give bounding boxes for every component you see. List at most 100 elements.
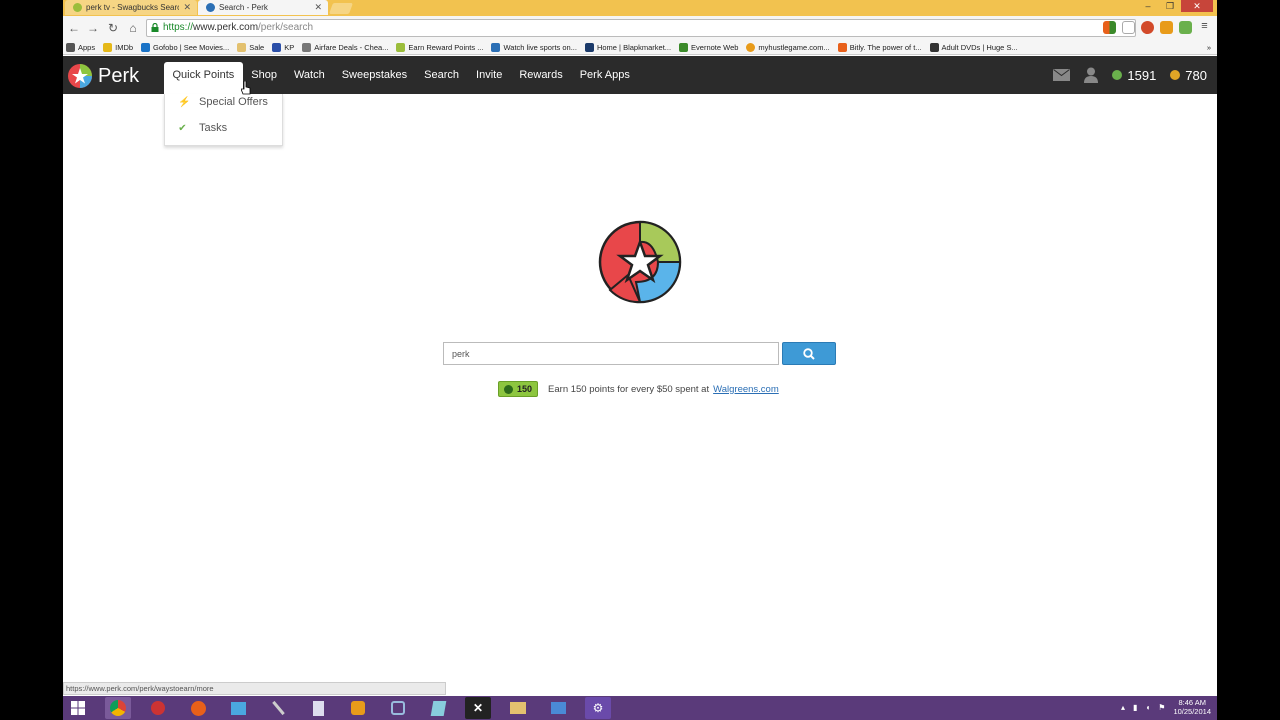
volume-icon[interactable]: ◖ [1145,703,1150,712]
green-extension-icon[interactable] [1179,21,1192,34]
tab-swagbucks[interactable]: perk tv - Swagbucks Searc ✕ [65,0,197,15]
flag-icon[interactable]: ⚑ [1158,703,1165,712]
tab-perk-search[interactable]: Search - Perk ✕ [198,0,328,15]
nav-watch[interactable]: Watch [285,56,333,94]
home-icon[interactable]: ⌂ [125,20,141,36]
dropdown-item-label: Special Offers [199,96,268,108]
bookmarks-overflow-icon[interactable]: » [1207,43,1211,52]
mail-icon[interactable] [1053,69,1071,81]
star-icon[interactable] [1122,21,1135,34]
bookmark-item[interactable]: Apps [66,42,95,52]
gold-points[interactable]: 780 [1170,68,1207,83]
nav-perk-apps[interactable]: Perk Apps [571,56,638,94]
clock-time: 8:46 AM [1178,698,1206,707]
tray-arrow-icon[interactable]: ▴ [1121,703,1125,712]
search-input[interactable] [443,342,779,365]
perk-main-logo-icon [598,220,682,304]
file-explorer-icon[interactable] [505,697,531,719]
walgreens-link[interactable]: Walgreens.com [713,384,779,395]
folder-icon [237,42,247,52]
imdb-icon [103,42,113,52]
clock[interactable]: 8:46 AM 10/25/2014 [1173,698,1211,716]
hand-cursor-icon [241,81,251,95]
user-icon[interactable] [1084,67,1099,83]
perk-logo[interactable]: Perk [67,63,139,89]
swagbucks-favicon-icon [73,3,82,12]
settings-icon[interactable]: ⚙ [585,697,611,719]
bookmark-item[interactable]: Adult DVDs | Huge S... [929,42,1018,52]
bookmark-item[interactable]: Watch live sports on... [491,42,577,52]
search-icon [803,347,815,360]
app-face-icon[interactable] [145,697,171,719]
bookmark-item[interactable]: myhustlegame.com... [746,42,830,52]
maximize-icon[interactable]: ❐ [1159,0,1181,12]
bookmark-item[interactable]: Airfare Deals - Chea... [302,42,388,52]
nav-sweepstakes[interactable]: Sweepstakes [333,56,415,94]
quick-points-dropdown: ⚡ Special Offers ✔ Tasks [164,94,283,146]
tab-title: Search - Perk [219,3,268,12]
bookmark-item[interactable]: Bitly. The power of t... [837,42,922,52]
evernote-icon [679,42,689,52]
bitly-icon [837,42,847,52]
kp-icon [272,42,282,52]
blapk-icon [584,42,594,52]
dropdown-special-offers[interactable]: ⚡ Special Offers [178,96,268,108]
nav-search[interactable]: Search [416,56,468,94]
minimize-icon[interactable]: – [1137,0,1159,12]
search-button[interactable] [782,342,836,365]
url-scheme: https:// [163,22,194,33]
extension-icons: ≡ [1103,21,1211,34]
chrome-icon[interactable] [105,697,131,719]
nav-invite[interactable]: Invite [468,56,511,94]
new-tab-button[interactable] [328,3,354,14]
bookmark-item[interactable]: Home | Blapkmarket... [584,42,671,52]
status-bar: https://www.perk.com/perk/waystoearn/mor… [63,682,446,695]
calculator-icon[interactable] [305,697,331,719]
bookmark-item[interactable]: Evernote Web [679,42,738,52]
bookmark-item[interactable]: IMDb [103,42,133,52]
firefox-icon[interactable] [185,697,211,719]
dropdown-tasks[interactable]: ✔ Tasks [178,122,227,134]
back-arrow-icon[interactable]: ← [66,20,82,36]
tab-close-icon[interactable]: ✕ [314,2,322,13]
hustle-icon [746,42,756,52]
perk-logo-text: Perk [98,64,140,87]
address-bar[interactable]: https://www.perk.com/perk/search [146,19,1136,37]
perk-extension-icon[interactable] [1160,21,1173,34]
image-app-icon[interactable] [225,697,251,719]
lightning-icon: ⚡ [178,96,191,108]
signal-icon[interactable]: ▮ [1133,703,1137,712]
forward-arrow-icon[interactable]: → [85,20,101,36]
nav-quick-points[interactable]: Quick Points [164,62,243,94]
notes-icon[interactable] [425,697,451,719]
promo-line: 150 Earn 150 points for every $50 spent … [498,381,779,397]
tools-icon[interactable] [265,697,291,719]
points-badge: 150 [498,381,539,397]
close-window-icon[interactable]: ✕ [1181,0,1213,12]
perk-navbar: Perk Quick Points Shop Watch Sweepstakes… [63,56,1217,94]
swagbucks-extension-icon[interactable] [1141,21,1154,34]
bookmark-item[interactable]: KP [272,42,294,52]
editor-icon[interactable] [385,697,411,719]
promo-text: Earn 150 points for every $50 spent at [548,383,710,395]
media-player-icon[interactable] [345,697,371,719]
green-points[interactable]: 1591 [1112,68,1156,83]
bookmark-item[interactable]: Earn Reward Points ... [396,42,483,52]
bookmark-item[interactable]: Sale [237,42,264,52]
windows-start-icon[interactable] [65,697,91,719]
sports-icon [491,42,501,52]
remote-desktop-icon[interactable] [545,697,571,719]
dropdown-item-label: Tasks [199,122,228,134]
green-points-value: 1591 [1127,67,1157,83]
tab-close-icon[interactable]: ✕ [183,2,191,13]
perk-favicon-icon [206,3,215,12]
windows-taskbar: ✕ ⚙ ▴ ▮ ◖ ⚑ 8:46 AM 10/25/2014 [63,696,1217,720]
nav-rewards[interactable]: Rewards [511,56,571,94]
reload-icon[interactable]: ↻ [105,20,121,36]
bookmark-item[interactable]: Gofobo | See Movies... [141,42,229,52]
x-app-icon[interactable]: ✕ [465,697,491,719]
clock-date: 10/25/2014 [1173,707,1211,716]
menu-icon[interactable]: ≡ [1198,21,1211,34]
checkmark-icon: ✔ [178,122,187,134]
windows-extension-icon[interactable] [1103,21,1116,34]
